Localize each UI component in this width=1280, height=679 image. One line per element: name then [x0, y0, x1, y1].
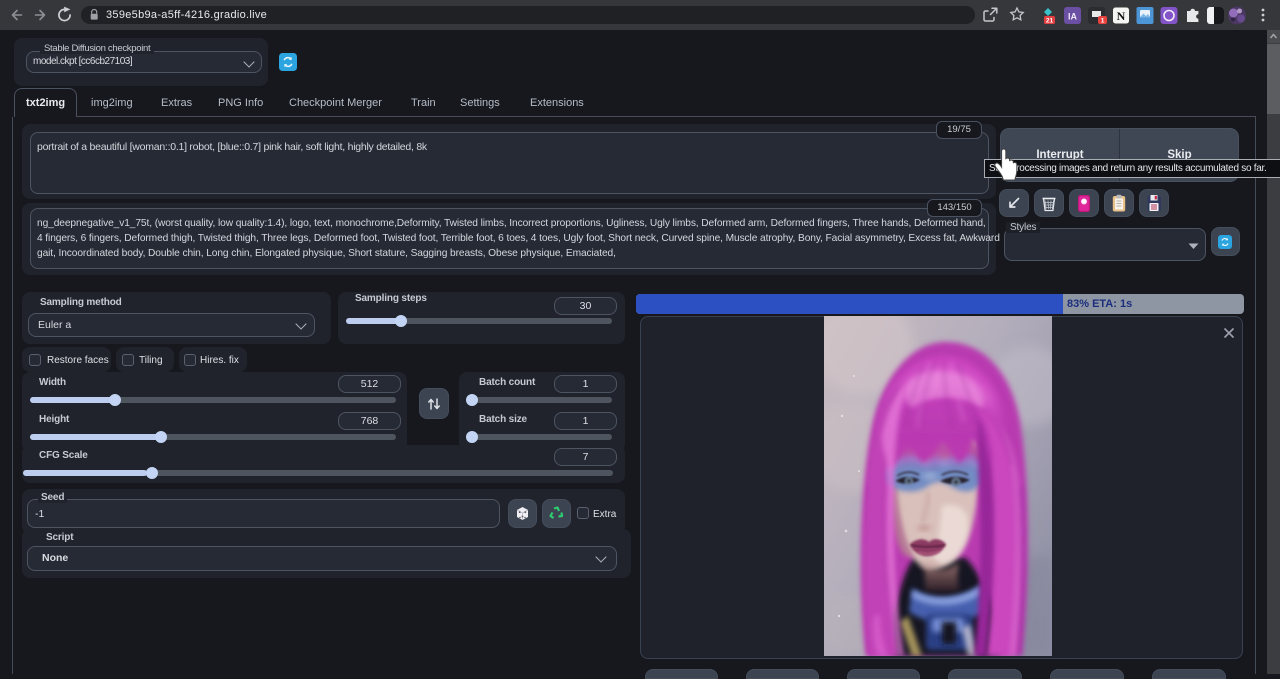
svg-text:N: N: [1117, 9, 1126, 23]
svg-text:21: 21: [1046, 18, 1054, 25]
svg-text:1: 1: [1101, 18, 1105, 25]
svg-text:IA: IA: [1068, 12, 1078, 22]
